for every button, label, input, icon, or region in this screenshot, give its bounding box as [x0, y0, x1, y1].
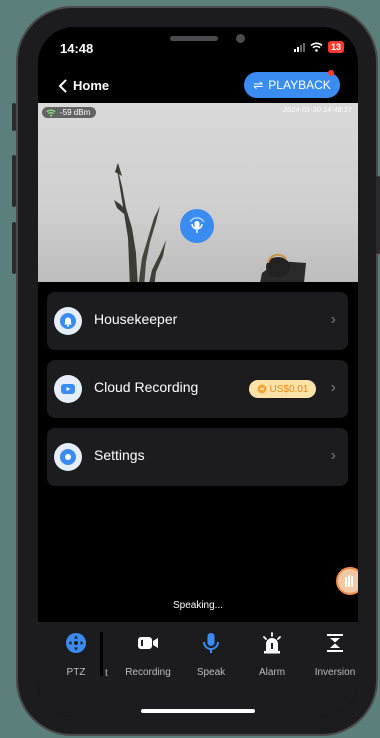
signal-strength-badge: -59 dBm [42, 107, 97, 118]
app-screen: 14:48 13 Home ⇌ PLAYBACK -59 dBm 2024-01… [38, 27, 358, 717]
swap-icon: ⇌ [253, 78, 264, 92]
bell-icon [54, 307, 82, 335]
wifi-signal-icon [46, 109, 56, 117]
nav-bar: Home ⇌ PLAYBACK [38, 70, 358, 107]
tool-alarm[interactable]: Alarm [244, 630, 300, 678]
tool-recording[interactable]: Recording [120, 630, 176, 678]
alarm-siren-icon [244, 630, 300, 656]
clipped-label-fragment: t [105, 668, 108, 679]
cactus-plant-image [114, 163, 166, 282]
dynamic-island [158, 27, 276, 57]
chevron-right-icon: › [330, 447, 336, 464]
status-time: 14:48 [60, 41, 94, 56]
tool-ptz-label: PTZ [66, 667, 86, 678]
phone-volume-up-button [12, 155, 16, 207]
back-button[interactable]: Home [58, 78, 109, 93]
floating-assistant-button[interactable] [336, 567, 358, 595]
price-text: US$0.01 [269, 383, 309, 395]
back-label: Home [73, 78, 110, 93]
tool-speak-label: Speak [196, 667, 226, 678]
price-badge: US$0.01 [249, 380, 316, 398]
bottom-toolbar: PTZ t Recording Speak Alarm Inversion [38, 622, 358, 717]
tool-ptz[interactable]: PTZ [48, 630, 104, 678]
speaking-status: Speaking... [172, 600, 224, 611]
video-timestamp: 2024-01-30 14:48:37 [283, 107, 352, 114]
chevron-left-icon [58, 79, 67, 92]
microphone-waves-icon [189, 217, 205, 233]
tool-speak[interactable]: Speak [183, 630, 239, 678]
settings-icon [54, 443, 82, 471]
settings-row[interactable]: Settings › [47, 428, 348, 486]
hand-icon [345, 575, 353, 587]
battery-indicator: 13 [327, 41, 344, 53]
toolbar-scroll-divider [100, 632, 103, 676]
phone-action-button [12, 103, 16, 131]
tool-alarm-label: Alarm [258, 667, 286, 678]
ptz-icon [48, 630, 104, 656]
cloud-recording-row[interactable]: Cloud Recording US$0.01 › [47, 360, 348, 418]
cloud-recording-label: Cloud Recording [94, 379, 199, 395]
housekeeper-label: Housekeeper [94, 311, 178, 327]
playback-button[interactable]: ⇌ PLAYBACK [244, 70, 340, 98]
desk-lamp-image [260, 253, 306, 282]
phone-power-button [376, 176, 380, 254]
wifi-icon [310, 42, 323, 52]
playback-label: PLAYBACK [268, 78, 331, 92]
tool-recording-label: Recording [125, 667, 171, 678]
home-indicator[interactable] [141, 709, 255, 713]
cellular-signal-icon [293, 42, 305, 52]
notification-dot [328, 70, 334, 76]
speaker-grille [170, 36, 218, 41]
settings-label: Settings [94, 447, 145, 463]
tool-inversion-label: Inversion [314, 667, 356, 678]
coin-icon [257, 384, 267, 394]
microphone-icon [183, 630, 239, 656]
housekeeper-row[interactable]: Housekeeper › [47, 292, 348, 350]
chevron-right-icon: › [330, 379, 336, 396]
flip-icon [307, 630, 358, 656]
camera-record-icon [120, 630, 176, 656]
status-icons: 13 [293, 41, 344, 53]
signal-strength-text: -59 dBm [60, 108, 91, 117]
video-icon [54, 375, 82, 403]
phone-volume-down-button [12, 222, 16, 274]
status-bar: 14:48 13 [38, 27, 358, 71]
speaking-indicator [180, 209, 214, 243]
chevron-right-icon: › [330, 311, 336, 328]
live-video-feed[interactable]: -59 dBm 2024-01-30 14:48:37 [38, 103, 358, 282]
tool-inversion[interactable]: Inversion [307, 630, 358, 678]
front-camera [236, 34, 245, 43]
